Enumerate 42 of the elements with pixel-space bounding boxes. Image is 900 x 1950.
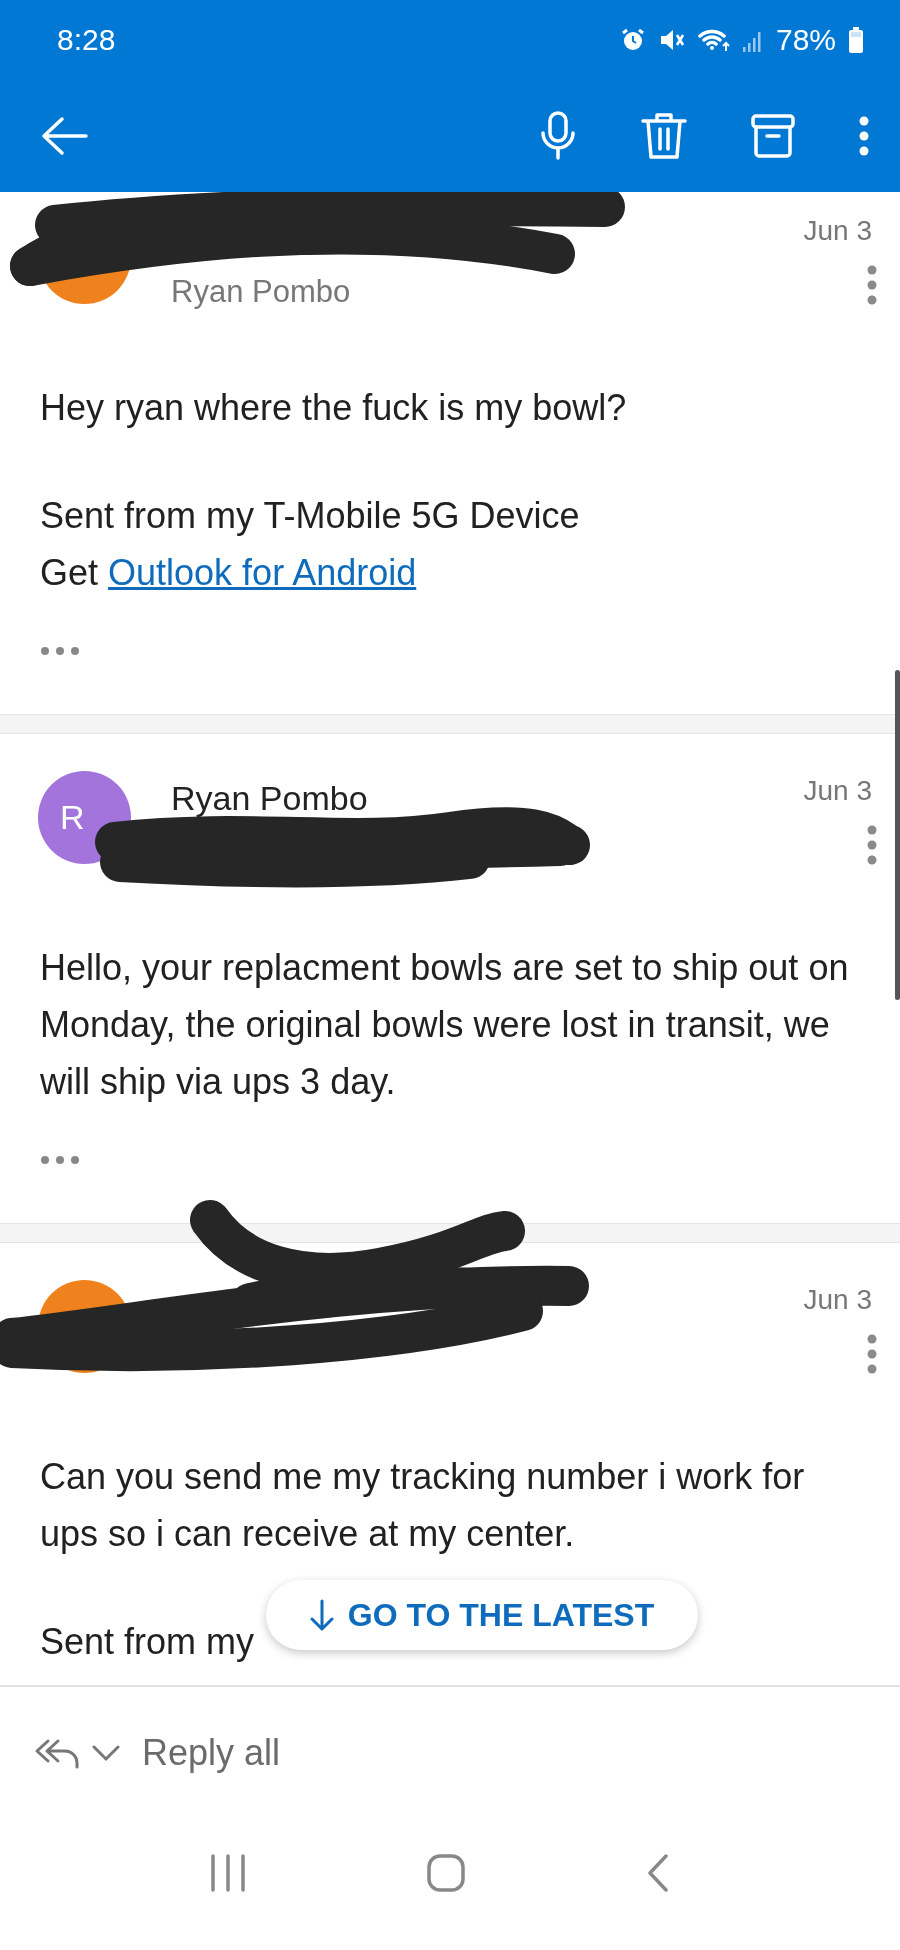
back-button[interactable] <box>40 116 88 156</box>
back-arrow-icon <box>40 116 88 156</box>
sender-name: Ryan Pombo <box>171 778 368 818</box>
delete-button[interactable] <box>640 111 688 161</box>
reply-all-button[interactable]: Reply all <box>142 1732 281 1774</box>
status-time: 8:28 <box>57 23 116 57</box>
ellipsis-icon <box>40 1155 80 1165</box>
more-icon <box>858 116 870 156</box>
wifi-icon <box>697 27 730 53</box>
trash-icon <box>640 111 688 161</box>
battery-icon <box>848 26 864 54</box>
outlook-link[interactable]: Outlook for Android <box>108 552 417 593</box>
message-date: Jun 3 <box>803 1283 872 1317</box>
microphone-icon <box>538 111 578 161</box>
signature-text: Get <box>40 552 99 593</box>
alarm-icon <box>619 27 646 53</box>
back-chevron-icon <box>645 1854 670 1892</box>
message-text: Can you send me my tracking number i work for ups so i can receive at my center. <box>40 1456 805 1554</box>
message-text: Hey ryan where the fuck is my bowl? <box>40 387 627 428</box>
message-text: Sent from my T-Mobile 5G Device <box>40 495 580 536</box>
message-text: Hello, your replacment bowls are set to ship out on Monday, the original bowls were lost in transit, we will ship via ups 3 day. <box>40 947 849 1102</box>
home-button[interactable] <box>427 1854 465 1895</box>
go-to-latest-button[interactable]: GO TO THE LATEST <box>266 1580 698 1650</box>
more-options-button[interactable] <box>858 116 870 156</box>
message-text: Sent from my <box>40 1621 255 1662</box>
home-icon <box>427 1854 465 1892</box>
ellipsis-icon <box>40 646 80 656</box>
recent-apps-icon <box>210 1854 247 1892</box>
down-arrow-icon <box>309 1599 334 1631</box>
recent-apps-button[interactable] <box>210 1854 247 1895</box>
chevron-down-icon <box>92 1744 120 1762</box>
archive-button[interactable] <box>750 113 796 159</box>
microphone-button[interactable] <box>538 111 578 161</box>
battery-percentage: 78% <box>775 23 836 57</box>
message-date: Jun 3 <box>803 774 872 808</box>
more-icon <box>866 265 878 305</box>
more-icon <box>866 1334 878 1374</box>
more-icon <box>866 825 878 865</box>
system-back-button[interactable] <box>645 1854 670 1895</box>
archive-icon <box>750 113 796 159</box>
message-date: Jun 3 <box>803 214 872 248</box>
recipient-name: Ryan Pombo <box>171 274 351 310</box>
